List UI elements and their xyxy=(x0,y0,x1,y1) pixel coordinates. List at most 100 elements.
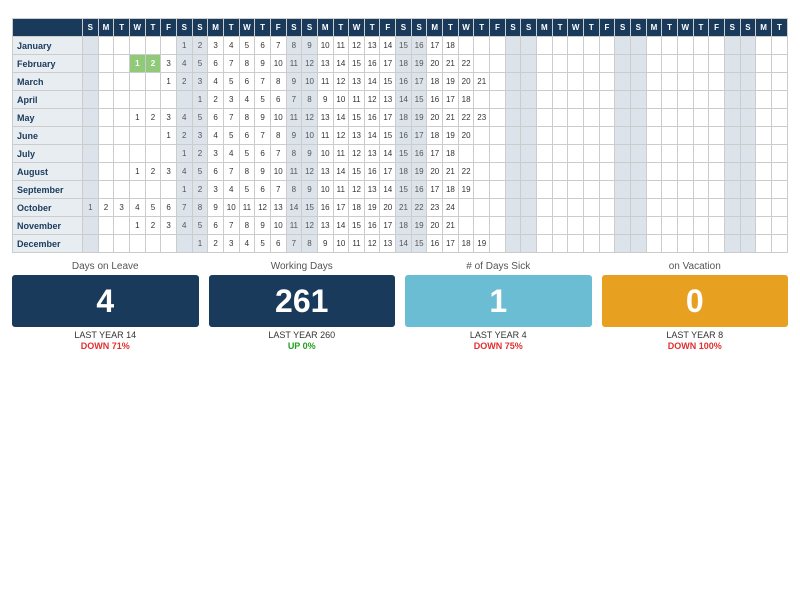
day-cell xyxy=(537,91,553,109)
day-cell xyxy=(599,109,615,127)
day-cell xyxy=(756,181,772,199)
day-cell xyxy=(646,127,662,145)
day-cell xyxy=(521,199,537,217)
stat-value-1: 261 xyxy=(209,275,396,327)
day-cell: 18 xyxy=(443,181,459,199)
day-cell xyxy=(709,163,725,181)
day-cell xyxy=(599,199,615,217)
day-cell: 10 xyxy=(270,109,286,127)
day-cell xyxy=(740,181,756,199)
day-header-42: S xyxy=(740,19,756,37)
day-header-0: S xyxy=(83,19,99,37)
day-cell xyxy=(709,181,725,199)
day-cell: 6 xyxy=(208,55,224,73)
day-cell: 9 xyxy=(317,235,333,253)
day-cell xyxy=(740,145,756,163)
day-cell xyxy=(521,91,537,109)
day-cell: 14 xyxy=(380,181,396,199)
day-cell: 16 xyxy=(411,181,427,199)
day-cell xyxy=(771,235,787,253)
day-cell: 5 xyxy=(192,163,208,181)
day-cell: 21 xyxy=(443,55,459,73)
day-cell: 7 xyxy=(270,145,286,163)
day-cell xyxy=(129,37,145,55)
day-cell xyxy=(771,181,787,199)
stat-change-2: DOWN 75% xyxy=(474,341,523,351)
day-cell xyxy=(693,127,709,145)
day-header-8: M xyxy=(208,19,224,37)
day-cell: 5 xyxy=(239,181,255,199)
day-cell: 4 xyxy=(176,163,192,181)
day-cell: 3 xyxy=(161,109,177,127)
day-cell xyxy=(552,181,568,199)
day-cell: 13 xyxy=(317,109,333,127)
month-label-october: October xyxy=(13,199,83,217)
day-cell xyxy=(584,199,600,217)
day-cell xyxy=(724,127,740,145)
day-cell: 21 xyxy=(443,217,459,235)
day-header-13: S xyxy=(286,19,302,37)
day-cell: 13 xyxy=(317,163,333,181)
day-cell: 17 xyxy=(380,217,396,235)
stat-label-3: on Vacation xyxy=(669,261,721,272)
day-cell xyxy=(505,163,521,181)
day-cell xyxy=(521,163,537,181)
day-cell: 14 xyxy=(364,73,380,91)
day-cell: 16 xyxy=(427,91,443,109)
day-cell xyxy=(693,73,709,91)
day-cell: 3 xyxy=(223,91,239,109)
day-cell xyxy=(724,163,740,181)
day-cell: 3 xyxy=(192,127,208,145)
day-cell xyxy=(740,109,756,127)
day-cell xyxy=(505,145,521,163)
day-cell xyxy=(630,145,646,163)
day-cell: 10 xyxy=(333,235,349,253)
day-cell: 1 xyxy=(129,163,145,181)
day-header-25: T xyxy=(474,19,490,37)
day-cell xyxy=(646,91,662,109)
day-cell xyxy=(145,145,161,163)
day-cell: 14 xyxy=(380,37,396,55)
day-cell: 1 xyxy=(192,235,208,253)
day-cell: 2 xyxy=(145,163,161,181)
day-cell: 14 xyxy=(380,145,396,163)
day-header-3: W xyxy=(129,19,145,37)
day-cell xyxy=(490,55,506,73)
day-cell: 5 xyxy=(255,91,271,109)
day-cell: 6 xyxy=(208,163,224,181)
day-cell xyxy=(709,217,725,235)
day-cell xyxy=(584,235,600,253)
day-cell: 1 xyxy=(176,181,192,199)
day-cell xyxy=(552,163,568,181)
day-cell xyxy=(98,127,114,145)
day-cell: 10 xyxy=(223,199,239,217)
day-cell xyxy=(161,235,177,253)
day-cell xyxy=(630,127,646,145)
day-cell: 14 xyxy=(333,55,349,73)
stat-card-2: # of Days Sick 1 LAST YEAR 4 DOWN 75% xyxy=(405,261,592,351)
day-cell xyxy=(677,163,693,181)
day-cell xyxy=(677,55,693,73)
day-cell xyxy=(740,55,756,73)
month-label-june: June xyxy=(13,127,83,145)
day-cell: 8 xyxy=(302,91,318,109)
day-header-22: M xyxy=(427,19,443,37)
day-cell xyxy=(756,55,772,73)
day-cell: 16 xyxy=(364,109,380,127)
day-cell xyxy=(568,235,584,253)
day-cell xyxy=(568,73,584,91)
day-cell xyxy=(474,163,490,181)
day-cell: 8 xyxy=(239,217,255,235)
day-cell: 8 xyxy=(302,235,318,253)
day-cell: 15 xyxy=(380,73,396,91)
day-cell xyxy=(129,235,145,253)
month-label-september: September xyxy=(13,181,83,199)
day-cell: 3 xyxy=(161,55,177,73)
month-row-may: May1234567891011121314151617181920212223 xyxy=(13,109,788,127)
day-header-38: W xyxy=(677,19,693,37)
day-cell xyxy=(537,55,553,73)
day-cell xyxy=(129,127,145,145)
day-cell xyxy=(662,37,678,55)
day-header-31: W xyxy=(568,19,584,37)
month-row-april: April123456789101112131415161718 xyxy=(13,91,788,109)
